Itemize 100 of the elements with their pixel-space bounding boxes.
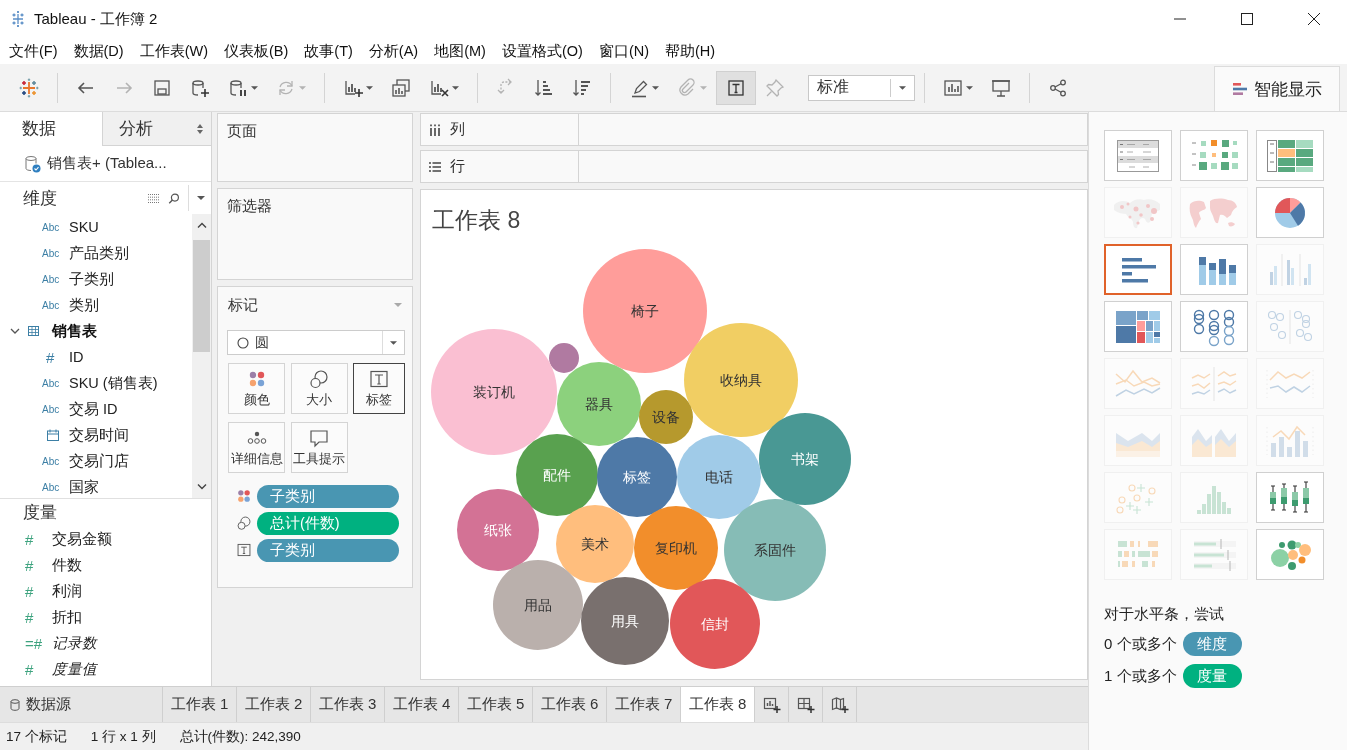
list-view-icon[interactable] xyxy=(148,192,160,204)
bubble[interactable] xyxy=(634,506,718,590)
bubble-label: 椅子 xyxy=(631,303,659,319)
field-name[interactable]: 子类别 xyxy=(69,269,114,289)
field-name[interactable]: 产品类别 xyxy=(69,243,129,263)
pane-tab[interactable]: 分析 xyxy=(102,112,211,146)
scrollbar-thumb[interactable] xyxy=(193,240,210,352)
dimension-pill: 维度 xyxy=(1182,632,1242,656)
caret-icon[interactable] xyxy=(197,196,205,200)
bubble[interactable] xyxy=(556,505,634,583)
menu-item[interactable]: 窗口(N) xyxy=(590,41,658,61)
search-icon[interactable] xyxy=(168,192,180,204)
chart-type-button[interactable] xyxy=(1104,301,1172,352)
menu-item[interactable]: 设置格式(O) xyxy=(493,41,591,61)
bubble[interactable] xyxy=(557,362,641,446)
data-type-label: Abc xyxy=(42,403,61,415)
scrollbar[interactable] xyxy=(192,214,211,498)
field-name[interactable]: 件数 xyxy=(52,555,82,575)
chart-type-button[interactable] xyxy=(1104,130,1172,181)
bubble[interactable] xyxy=(724,499,826,601)
bubble[interactable] xyxy=(677,435,761,519)
field-name[interactable]: 交易 ID xyxy=(69,399,118,419)
duplicate-chart-icon xyxy=(391,77,411,98)
show-labels-button[interactable] xyxy=(716,70,756,105)
size-circles-icon xyxy=(237,516,251,530)
field-name[interactable]: 利润 xyxy=(52,581,82,601)
menu-item[interactable]: 帮助(H) xyxy=(657,41,724,61)
columns-shelf[interactable]: 列 xyxy=(420,113,1088,146)
fit-dropdown[interactable]: 标准 xyxy=(808,74,915,101)
bubble-label: 器具 xyxy=(585,396,613,412)
field-name[interactable]: 折扣 xyxy=(52,607,82,627)
bubble[interactable] xyxy=(493,560,583,650)
chevron-down-icon[interactable] xyxy=(196,484,207,490)
field-name[interactable]: 度量值 xyxy=(52,659,97,679)
color-button[interactable]: 颜色 xyxy=(228,363,285,414)
size-circles-icon xyxy=(309,368,329,389)
chevron-up-icon[interactable] xyxy=(196,222,207,228)
chart-type-button[interactable] xyxy=(1256,529,1324,580)
database-pause-icon xyxy=(228,77,248,98)
bubble[interactable] xyxy=(597,437,677,517)
menu-item[interactable]: 文件(F) xyxy=(1,41,66,61)
chart-type-button[interactable] xyxy=(1256,472,1324,523)
caret-icon xyxy=(700,85,707,90)
columns-icon xyxy=(429,123,441,136)
field-name[interactable]: 国家 xyxy=(69,477,99,497)
database-plus-icon xyxy=(190,77,210,98)
chart-type-button[interactable] xyxy=(1180,244,1248,295)
data-type-label: # xyxy=(25,556,35,574)
bubble-label: 配件 xyxy=(543,467,571,483)
mark-type-dropdown[interactable]: 圆 xyxy=(227,330,405,355)
text-box-icon xyxy=(726,77,746,98)
field-name[interactable]: SKU xyxy=(69,219,99,235)
rows-shelf[interactable]: 行 xyxy=(420,150,1088,183)
field-name[interactable]: 交易时间 xyxy=(69,425,129,445)
data-type-label: Abc xyxy=(42,273,61,285)
bubble[interactable] xyxy=(581,577,669,665)
menu-item[interactable]: 分析(A) xyxy=(360,41,427,61)
field-name[interactable]: 记录数 xyxy=(52,633,97,653)
chart-type-button[interactable] xyxy=(1256,130,1324,181)
show-me-tab[interactable]: 智能显示 xyxy=(1214,66,1340,111)
menu-item[interactable]: 仪表板(B) xyxy=(216,41,297,61)
menu-item[interactable]: 故事(T) xyxy=(296,41,361,61)
hint-text: 对于水平条，尝试 xyxy=(1104,605,1225,624)
field-name[interactable]: 交易门店 xyxy=(69,451,129,471)
data-type-label: =# xyxy=(25,634,44,652)
table-icon xyxy=(28,326,39,336)
status-text: 总计(件数): 242,390 xyxy=(179,727,301,746)
sort-descending-icon xyxy=(572,77,592,98)
size-button[interactable]: 大小 xyxy=(290,363,348,414)
status-text: 17 个标记 xyxy=(6,727,67,746)
chart-type-button[interactable] xyxy=(1180,130,1248,181)
field-name[interactable]: 交易金额 xyxy=(52,529,112,549)
field-name[interactable]: SKU (销售表) xyxy=(69,373,158,393)
text-box-icon xyxy=(369,368,389,389)
bubble[interactable] xyxy=(670,579,760,669)
field-name[interactable]: 类别 xyxy=(69,295,99,315)
chevron-down-icon[interactable] xyxy=(10,326,20,336)
chart-type-button[interactable] xyxy=(1180,301,1248,352)
data-type-label: Abc xyxy=(42,299,61,311)
data-type-label: # xyxy=(25,660,35,678)
chart-type-button[interactable] xyxy=(1104,244,1172,295)
bubble-label: 信封 xyxy=(701,616,729,632)
label-button[interactable]: 标签 xyxy=(353,363,405,414)
menu-item[interactable]: 数据(D) xyxy=(65,41,132,61)
data-type-label: Abc xyxy=(42,377,61,389)
tooltip-button[interactable]: 工具提示 xyxy=(290,422,348,473)
sheet-tab[interactable]: 工作表 8 xyxy=(681,687,755,722)
data-source-name[interactable]: 销售表+ (Tablea... xyxy=(47,154,167,173)
menu-item[interactable]: 地图(M) xyxy=(426,41,494,61)
data-type-label: # xyxy=(25,530,35,548)
bubble[interactable] xyxy=(639,390,693,444)
sort-arrows-icon xyxy=(197,123,203,134)
logo-icon xyxy=(19,77,39,98)
caret-icon xyxy=(452,85,459,90)
bubble-label: 设备 xyxy=(652,409,680,425)
field-name[interactable]: ID xyxy=(69,349,84,365)
menu-item[interactable]: 工作表(W) xyxy=(131,41,216,61)
chart-type-button[interactable] xyxy=(1256,187,1324,238)
detail-button[interactable]: 详细信息 xyxy=(228,422,285,473)
table-name[interactable]: 销售表 xyxy=(52,321,97,341)
